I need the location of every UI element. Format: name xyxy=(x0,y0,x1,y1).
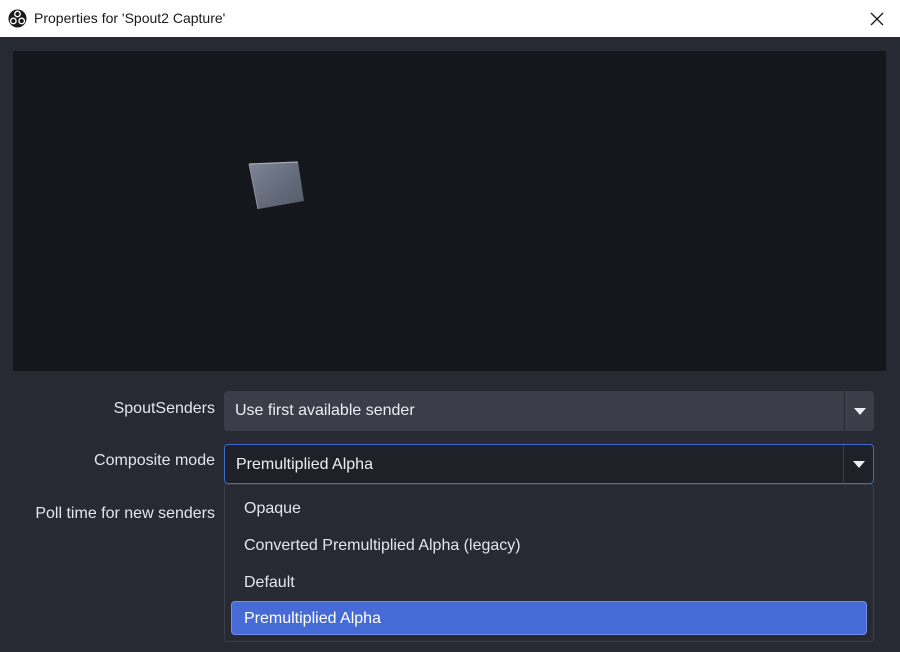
close-button[interactable] xyxy=(854,0,900,37)
obs-logo-icon xyxy=(8,9,27,28)
chevron-down-icon xyxy=(853,407,866,415)
close-icon xyxy=(870,12,884,25)
properties-dialog: Properties for 'Spout2 Capture' SpoutSen… xyxy=(0,0,900,652)
source-preview xyxy=(13,51,886,371)
title-bar[interactable]: Properties for 'Spout2 Capture' xyxy=(0,0,900,37)
spout-senders-dropdown-button[interactable] xyxy=(844,391,874,431)
dropdown-option-premultiplied-alpha[interactable]: Premultiplied Alpha xyxy=(231,601,867,635)
spout-senders-label: SpoutSenders xyxy=(113,400,215,417)
dropdown-option-opaque[interactable]: Opaque xyxy=(231,491,867,525)
poll-time-label: Poll time for new senders xyxy=(35,505,215,522)
spout-senders-select[interactable]: Use first available sender xyxy=(224,391,874,431)
preview-cube-image xyxy=(248,161,304,210)
dropdown-option-default[interactable]: Default xyxy=(231,565,867,599)
composite-mode-label: Composite mode xyxy=(94,452,215,469)
composite-mode-select[interactable]: Premultiplied Alpha xyxy=(224,444,874,484)
dropdown-option-converted-premultiplied-alpha[interactable]: Converted Premultiplied Alpha (legacy) xyxy=(231,528,867,562)
composite-mode-value: Premultiplied Alpha xyxy=(236,456,373,473)
chevron-down-icon xyxy=(852,460,865,468)
window-title: Properties for 'Spout2 Capture' xyxy=(34,10,226,26)
composite-mode-dropdown-button[interactable] xyxy=(843,445,873,483)
composite-mode-dropdown-list: Opaque Converted Premultiplied Alpha (le… xyxy=(224,484,874,642)
spout-senders-value: Use first available sender xyxy=(235,402,415,419)
